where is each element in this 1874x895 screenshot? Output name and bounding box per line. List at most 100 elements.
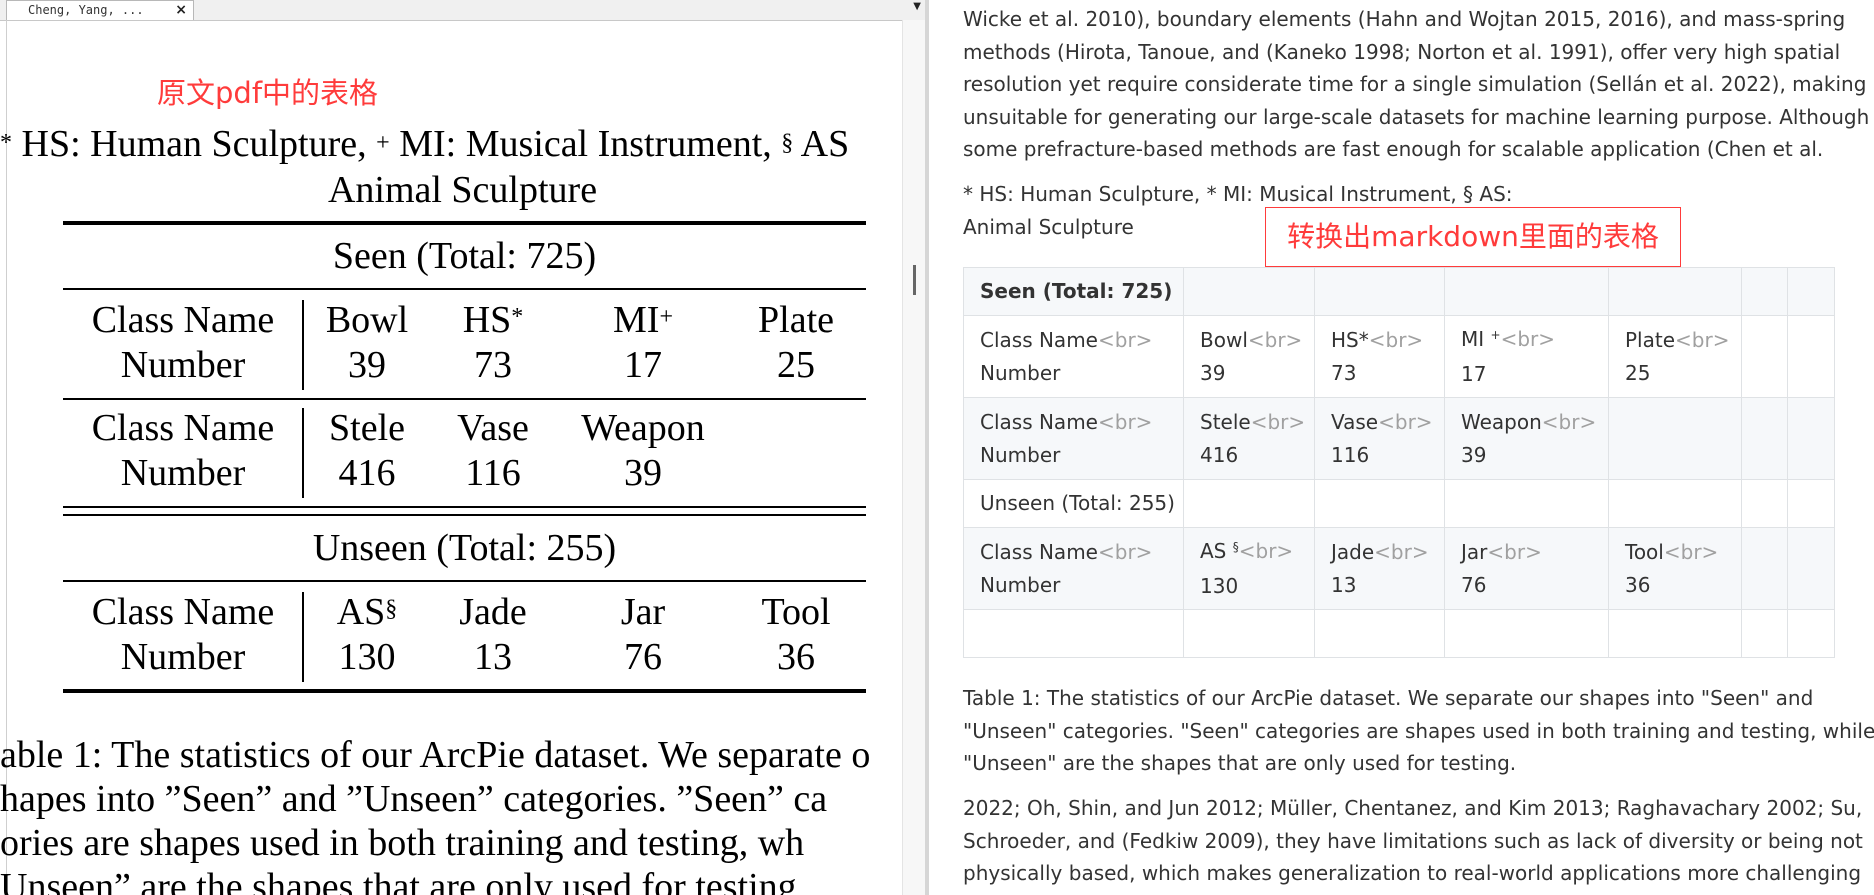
table-cell: Tool<br> 36 xyxy=(1608,527,1742,610)
footnote-marker: § xyxy=(1232,539,1239,554)
close-icon[interactable]: × xyxy=(175,1,187,20)
cell-bottom-text: Number xyxy=(980,442,1061,467)
column-separator xyxy=(302,300,304,390)
pdf-vertical-scrollbar[interactable] xyxy=(902,20,925,895)
markdown-preview-pane: Wicke et al. 2010), boundary elements (H… xyxy=(929,0,1874,895)
table-row: Class Name<br> Number Stele<br> 416 Vase<br>… xyxy=(963,397,1835,480)
cell-bottom-text: 76 xyxy=(1461,572,1487,597)
cell-top-text: Bowl xyxy=(1200,328,1248,352)
cell-top-text: Jar xyxy=(1461,540,1488,564)
table-cell: Jar<br> 76 xyxy=(1444,527,1609,610)
class-name: Vase xyxy=(457,407,529,449)
paragraph-line: Wicke et al. 2010), boundary elements (H… xyxy=(963,7,1846,31)
class-name: HS xyxy=(462,299,512,341)
table-cell: Stele<br> 416 xyxy=(1183,397,1315,480)
cell-bottom-text: Number xyxy=(980,360,1061,385)
caption-line: Unseen” are the shapes that are only use… xyxy=(0,866,807,895)
cell-bottom-text: 17 xyxy=(1461,362,1487,386)
table-top-rule xyxy=(63,221,866,225)
table-cell: Bowl<br> 39 xyxy=(1183,315,1315,398)
footnote-marker: + xyxy=(659,304,673,330)
cell-bottom-text: 416 xyxy=(1200,442,1239,467)
class-name-cell: Jar xyxy=(621,590,665,634)
class-count-cell: 25 xyxy=(777,344,815,386)
header-cell: Seen (Total: 725) xyxy=(963,267,1184,316)
cell-bottom-text: 130 xyxy=(1200,574,1239,598)
cell-bottom-text: 73 xyxy=(1331,360,1357,385)
cell-bottom-text: 116 xyxy=(1331,442,1370,467)
caption-line: "Unseen" are the shapes that are only us… xyxy=(963,751,1517,775)
class-name-cell: Vase xyxy=(457,406,529,450)
cell-top-text: Class Name xyxy=(980,540,1098,564)
caption-line: hapes into ”Seen” and ”Unseen” categorie… xyxy=(0,778,828,820)
empty-cell xyxy=(1608,479,1742,528)
paragraph-line: methods (Hirota, Tanoue, and (Kaneko 199… xyxy=(963,39,1841,64)
cell-top-text: Weapon xyxy=(1461,410,1542,434)
br-tag-text: <br> xyxy=(1487,540,1542,564)
pdf-table-caption: able 1: The statistics of our ArcPie dat… xyxy=(0,733,925,895)
scrollbar-thumb[interactable] xyxy=(913,265,916,295)
footnote-text: MI: Musical Instrument, xyxy=(389,123,782,165)
br-tag-text: <br> xyxy=(1097,540,1153,564)
section-label-cell: Unseen (Total: 255) xyxy=(963,479,1184,528)
empty-cell xyxy=(1183,267,1315,316)
seen-section-title: Seen (Total: 725) xyxy=(332,235,597,277)
table-row: Unseen (Total: 255) xyxy=(963,479,1835,528)
class-name-cell: Jade xyxy=(459,590,527,634)
class-name: Jar xyxy=(620,591,666,633)
empty-cell xyxy=(1787,397,1835,480)
class-count-cell: 39 xyxy=(348,344,386,386)
table-cell: Class Name<br> Number xyxy=(963,527,1184,610)
footnote-marker: § xyxy=(781,130,794,156)
markdown-paragraph: 2022; Oh, Shin, and Jun 2012; Müller, Ch… xyxy=(963,792,1863,890)
paragraph-line: Schroeder, and (Fedkiw 2009), they have … xyxy=(963,828,1863,853)
table-cell: Vase<br> 116 xyxy=(1314,397,1445,480)
pdf-footnote-line1: * HS: Human Sculpture, + MI: Musical Ins… xyxy=(0,122,849,166)
cell-top-text: Tool xyxy=(1625,540,1664,564)
table-rule xyxy=(63,398,866,400)
empty-cell xyxy=(1314,479,1445,528)
class-name-cell: Tool xyxy=(761,590,830,634)
cell-bottom-text: 39 xyxy=(1200,360,1226,385)
class-name-cell: Stele xyxy=(329,406,405,450)
table-rule xyxy=(63,580,866,582)
empty-cell xyxy=(1741,267,1788,316)
document-tab[interactable]: Cheng, Yang, ... × xyxy=(6,0,194,20)
caption-line: "Unseen" categories. "Seen" categories a… xyxy=(963,718,1874,743)
cell-bottom-text: 39 xyxy=(1461,442,1487,467)
pdf-annotation-label: 原文pdf中的表格 xyxy=(157,76,379,110)
cell-bottom-text: 25 xyxy=(1625,360,1651,385)
row-header-class-name: Class Name xyxy=(91,299,275,341)
pdf-viewer-pane: Cheng, Yang, ... × ▼ 原文pdf中的表格 * HS: Hum… xyxy=(0,0,925,895)
markdown-table-caption: Table 1: The statistics of our ArcPie da… xyxy=(963,682,1874,780)
table-double-rule-top xyxy=(63,506,866,508)
tab-list-dropdown-icon[interactable]: ▼ xyxy=(913,0,921,14)
cell-bottom-text: 36 xyxy=(1625,572,1651,597)
empty-cell xyxy=(1608,609,1742,658)
empty-cell xyxy=(1787,609,1835,658)
cell-top-text: Class Name xyxy=(980,328,1098,352)
table-double-rule-bottom xyxy=(63,514,866,516)
paragraph-line: resolution yet require considerate time … xyxy=(963,72,1874,96)
row-header-number: Number xyxy=(120,636,246,678)
br-tag-text: <br> xyxy=(1374,540,1429,564)
row-header-number: Number xyxy=(120,452,246,494)
class-count-cell: 76 xyxy=(624,636,662,678)
row-header-class-name: Class Name xyxy=(91,407,275,449)
paragraph-line: physically based, which makes generaliza… xyxy=(963,861,1862,885)
caption-line: able 1: The statistics of our ArcPie dat… xyxy=(0,734,871,776)
empty-cell xyxy=(1183,609,1315,658)
empty-cell xyxy=(1741,609,1788,658)
br-tag-text: <br> xyxy=(1500,326,1556,351)
table-header-row: Seen (Total: 725) xyxy=(963,267,1835,316)
class-name: Tool xyxy=(761,591,831,633)
empty-cell xyxy=(1787,315,1835,398)
table-cell: Weapon<br> 39 xyxy=(1444,397,1609,480)
footnote-marker: + xyxy=(1490,327,1501,342)
empty-cell xyxy=(1741,479,1788,528)
class-name: Bowl xyxy=(325,299,409,341)
cell-top-text: Jade xyxy=(1331,540,1375,564)
class-name-cell: HS* xyxy=(463,298,524,347)
empty-cell xyxy=(1741,397,1788,480)
empty-cell xyxy=(1183,479,1315,528)
